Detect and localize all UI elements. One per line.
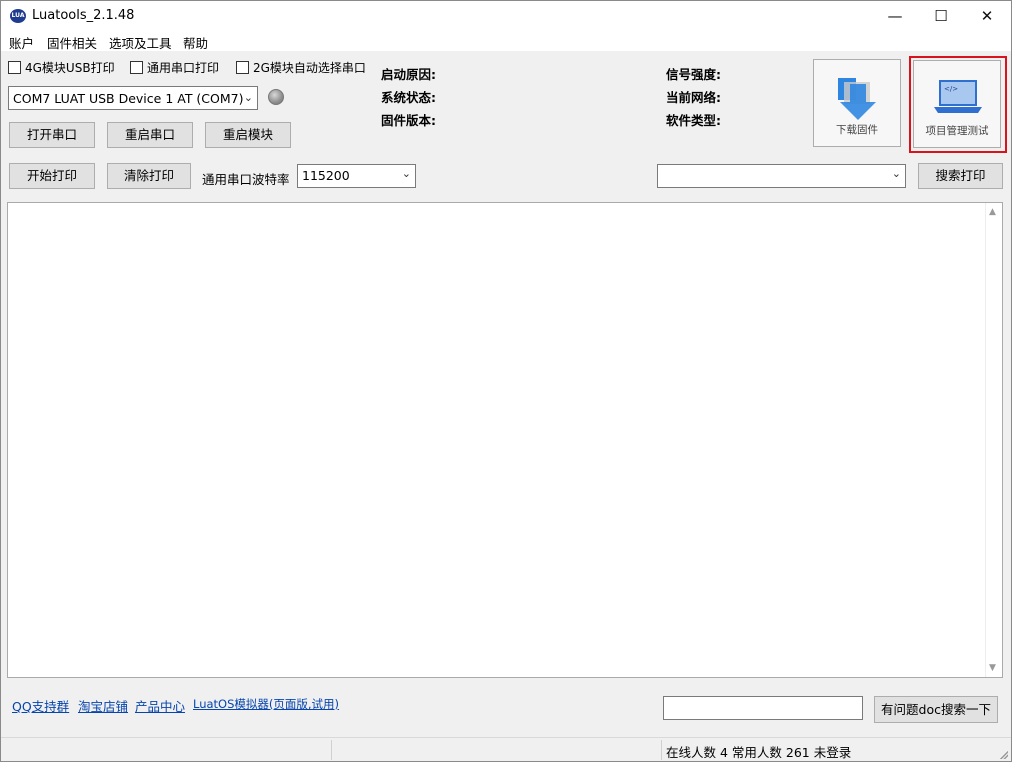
checkbox-label: 通用串口打印 [147, 60, 220, 75]
checkbox-label: 4G模块USB打印 [25, 60, 115, 75]
start-print-button[interactable]: 开始打印 [9, 163, 95, 189]
download-firmware-label: 下载固件 [836, 124, 878, 136]
current-network-label: 当前网络: [666, 90, 721, 105]
taobao-store-link[interactable]: 淘宝店铺 [78, 696, 128, 715]
port-status-led-icon [268, 89, 284, 105]
title-bar: LUA Luatools_2.1.48 — ☐ ✕ [1, 1, 1011, 31]
laptop-code-icon [934, 80, 982, 113]
checkbox-label: 2G模块自动选择串口 [253, 60, 366, 75]
code-glyph: </> [944, 85, 959, 93]
online-status-text: 在线人数 4 常用人数 261 未登录 [666, 745, 852, 760]
scroll-down-icon[interactable]: ▼ [989, 663, 996, 673]
menu-firmware[interactable]: 固件相关 [47, 33, 97, 52]
app-window: LUA Luatools_2.1.48 — ☐ ✕ 账户 固件相关 选项及工具 … [0, 0, 1012, 762]
search-print-button[interactable]: 搜索打印 [918, 163, 1003, 189]
auto-select-2g-checkbox[interactable]: 2G模块自动选择串口 [236, 59, 366, 75]
baud-select-value: 115200 [302, 168, 350, 183]
system-status-label: 系统状态: [381, 90, 436, 105]
restart-module-button[interactable]: 重启模块 [205, 122, 291, 148]
doc-search-input[interactable] [663, 696, 863, 720]
checkbox-box[interactable] [236, 60, 249, 74]
download-firmware-button[interactable]: 下载固件 [813, 59, 901, 147]
minimize-button[interactable]: — [872, 1, 918, 31]
menu-help[interactable]: 帮助 [183, 33, 208, 52]
restart-port-button[interactable]: 重启串口 [107, 122, 193, 148]
status-bar: 在线人数 4 常用人数 261 未登录 [1, 737, 1011, 761]
download-arrow-icon [838, 78, 876, 120]
baud-label: 通用串口波特率 [202, 172, 290, 187]
log-output-area[interactable]: ▲ ▼ [7, 202, 1003, 678]
doc-search-button[interactable]: 有问题doc搜索一下 [874, 696, 998, 723]
software-type-label: 软件类型: [666, 113, 721, 128]
menu-bar: 账户 固件相关 选项及工具 帮助 [1, 31, 1011, 51]
resize-grip-icon[interactable] [999, 750, 1008, 759]
log-scrollbar[interactable]: ▲ ▼ [985, 203, 1002, 677]
app-logo-icon: LUA [10, 9, 26, 23]
port-select[interactable]: COM7 LUAT USB Device 1 AT (COM7) ⌄ [8, 86, 258, 110]
luatos-simulator-link[interactable]: LuatOS模拟器(页面版,试用) [193, 696, 339, 712]
chevron-down-icon[interactable]: ⌄ [244, 91, 253, 104]
menu-options[interactable]: 选项及工具 [109, 33, 172, 52]
status-separator [331, 740, 332, 760]
chevron-down-icon[interactable]: ⌄ [402, 167, 411, 180]
scroll-up-icon[interactable]: ▲ [989, 207, 996, 217]
project-management-label: 项目管理测试 [925, 125, 989, 137]
product-center-link[interactable]: 产品中心 [135, 696, 185, 715]
port-select-value: COM7 LUAT USB Device 1 AT (COM7) [13, 91, 244, 106]
close-button[interactable]: ✕ [964, 1, 1010, 31]
baud-select[interactable]: 115200 ⌄ [297, 164, 416, 188]
firmware-version-label: 固件版本: [381, 113, 436, 128]
open-port-button[interactable]: 打开串口 [9, 122, 95, 148]
search-print-select[interactable]: ⌄ [657, 164, 906, 188]
status-separator [661, 740, 662, 760]
general-serial-print-checkbox[interactable]: 通用串口打印 [130, 59, 219, 75]
qq-group-link[interactable]: QQ支持群 [12, 696, 69, 715]
usb-print-4g-checkbox[interactable]: 4G模块USB打印 [8, 59, 115, 75]
window-title: Luatools_2.1.48 [32, 8, 135, 23]
boot-reason-label: 启动原因: [381, 67, 436, 82]
checkbox-box[interactable] [130, 60, 143, 74]
signal-strength-label: 信号强度: [666, 67, 721, 82]
maximize-button[interactable]: ☐ [918, 1, 964, 31]
chevron-down-icon[interactable]: ⌄ [892, 167, 901, 180]
project-management-button[interactable]: </> 项目管理测试 [913, 60, 1001, 148]
menu-account[interactable]: 账户 [9, 33, 34, 52]
clear-print-button[interactable]: 清除打印 [107, 163, 191, 189]
checkbox-box[interactable] [8, 60, 21, 74]
